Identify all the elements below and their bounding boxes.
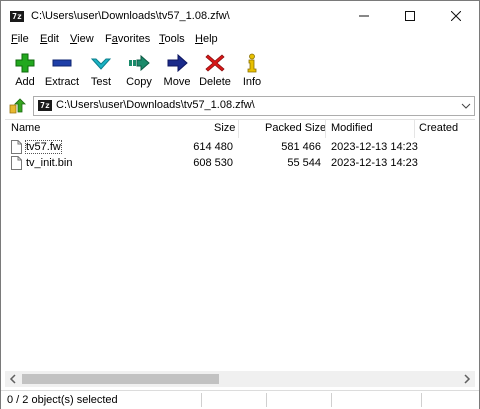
move-button[interactable]: Move xyxy=(161,53,193,91)
scroll-left-icon[interactable] xyxy=(5,371,21,387)
column-header-modified[interactable]: Modified xyxy=(331,122,373,134)
move-label: Move xyxy=(163,76,191,88)
file-packed-size: 55 544 xyxy=(287,157,321,169)
menu-edit[interactable]: Edit xyxy=(40,33,59,45)
file-packed-size: 581 466 xyxy=(281,141,321,153)
toolbar: Add Extract Test Copy Move Delete Info xyxy=(1,51,479,93)
chevron-down-icon[interactable] xyxy=(461,101,471,111)
status-divider xyxy=(201,393,202,407)
file-name: tv57.fw xyxy=(25,140,62,154)
app-7z-icon: 7z xyxy=(10,11,24,22)
extract-button[interactable]: Extract xyxy=(43,53,81,91)
scroll-right-icon[interactable] xyxy=(459,371,475,387)
checkmark-icon xyxy=(90,58,112,70)
status-divider xyxy=(266,393,267,407)
maximize-icon xyxy=(405,11,415,21)
menu-favorites-pre: F xyxy=(105,33,112,45)
menu-file-label: ile xyxy=(17,33,29,45)
menu-help-label: elp xyxy=(202,33,218,45)
menu-bar: File Edit View Favorites Tools Help xyxy=(1,31,479,49)
file-modified: 2023-12-13 14:23 xyxy=(331,157,418,169)
address-bar[interactable]: 7z C:\Users\user\Downloads\tv57_1.08.zfw… xyxy=(33,96,475,116)
minimize-icon xyxy=(359,15,369,17)
app-window: 7z C:\Users\user\Downloads\tv57_1.08.zfw… xyxy=(0,0,480,409)
file-icon xyxy=(11,156,22,170)
add-button[interactable]: Add xyxy=(10,53,40,91)
file-modified: 2023-12-13 14:23 xyxy=(331,141,418,153)
minus-icon xyxy=(52,59,72,67)
status-divider xyxy=(421,393,422,407)
copy-arrow-icon xyxy=(129,54,150,72)
selection-status: 0 / 2 object(s) selected xyxy=(7,394,118,406)
file-list[interactable]: Name Size Packed Size Modified Created t… xyxy=(5,119,475,370)
folder-up-icon xyxy=(9,98,26,114)
move-arrow-icon xyxy=(167,53,188,73)
copy-label: Copy xyxy=(126,76,152,88)
menu-view-label: iew xyxy=(77,33,94,45)
menu-help[interactable]: Help xyxy=(195,33,218,45)
table-row[interactable]: tv_init.bin 608 530 55 544 2023-12-13 14… xyxy=(5,156,475,172)
menu-view[interactable]: View xyxy=(70,33,94,45)
scrollbar-thumb[interactable] xyxy=(22,374,219,384)
title-bar[interactable]: 7z C:\Users\user\Downloads\tv57_1.08.zfw… xyxy=(1,1,479,31)
add-label: Add xyxy=(15,76,35,88)
menu-tools-label: ools xyxy=(164,33,185,45)
copy-button[interactable]: Copy xyxy=(124,53,154,91)
menu-help-mnemonic: H xyxy=(195,33,203,45)
menu-tools[interactable]: Tools xyxy=(159,33,185,45)
test-label: Test xyxy=(90,76,112,88)
column-divider[interactable] xyxy=(414,120,415,138)
archive-7z-icon: 7z xyxy=(38,100,52,111)
minimize-button[interactable] xyxy=(341,1,387,31)
column-divider[interactable] xyxy=(238,120,239,138)
info-button[interactable]: Info xyxy=(239,53,265,91)
column-header-packed-size[interactable]: Packed Size xyxy=(265,122,326,134)
file-size: 614 480 xyxy=(193,141,233,153)
window-title: C:\Users\user\Downloads\tv57_1.08.zfw\ xyxy=(31,10,230,22)
menu-favorites[interactable]: Favorites xyxy=(105,33,150,45)
column-header-created[interactable]: Created xyxy=(419,122,458,134)
status-bar: 0 / 2 object(s) selected xyxy=(1,390,479,409)
status-divider xyxy=(331,393,332,407)
delete-x-icon xyxy=(205,54,225,72)
menu-file-mnemonic: F xyxy=(11,33,18,45)
info-icon xyxy=(247,53,257,73)
info-label: Info xyxy=(242,76,262,88)
menu-edit-label: dit xyxy=(47,33,59,45)
delete-label: Delete xyxy=(199,76,231,88)
menu-file[interactable]: File xyxy=(11,33,29,45)
close-icon xyxy=(451,11,461,21)
column-header-name[interactable]: Name xyxy=(11,122,40,134)
plus-icon xyxy=(15,53,35,73)
file-icon xyxy=(11,140,22,154)
column-divider[interactable] xyxy=(325,120,326,138)
column-header-size[interactable]: Size xyxy=(214,122,235,134)
test-button[interactable]: Test xyxy=(87,53,115,91)
table-row[interactable]: tv57.fw 614 480 581 466 2023-12-13 14:23 xyxy=(5,140,475,156)
address-path: C:\Users\user\Downloads\tv57_1.08.zfw\ xyxy=(56,99,255,111)
maximize-button[interactable] xyxy=(387,1,433,31)
address-row: 7z C:\Users\user\Downloads\tv57_1.08.zfw… xyxy=(1,94,479,118)
menu-favorites-label: vorites xyxy=(117,33,151,45)
file-size: 608 530 xyxy=(193,157,233,169)
close-button[interactable] xyxy=(433,1,479,31)
file-name: tv_init.bin xyxy=(26,157,73,169)
delete-button[interactable]: Delete xyxy=(198,53,232,91)
folder-up-button[interactable] xyxy=(8,97,26,115)
horizontal-scrollbar[interactable] xyxy=(5,371,475,387)
extract-label: Extract xyxy=(44,76,80,88)
